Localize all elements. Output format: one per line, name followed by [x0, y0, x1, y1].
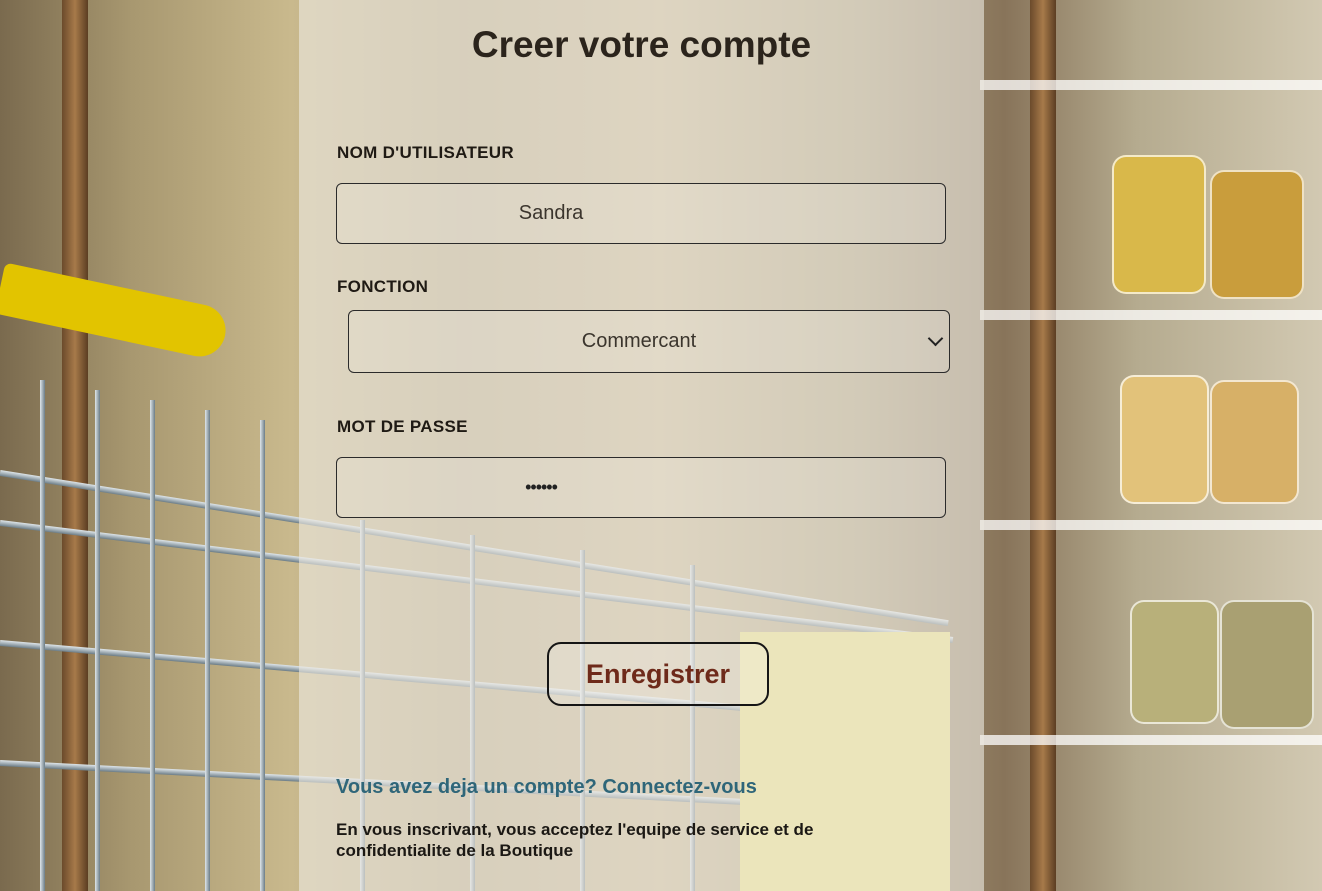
background-product: [1120, 375, 1209, 504]
background-shelf: [980, 80, 1322, 90]
terms-text: En vous inscrivant, vous acceptez l'equi…: [336, 820, 814, 860]
cart-bar: [205, 410, 210, 891]
background-pillar: [62, 0, 88, 891]
page-title: Creer votre compte: [471, 24, 812, 65]
cart-bar: [150, 400, 155, 891]
function-value: Commercant: [581, 330, 697, 352]
background-pillar: [1030, 0, 1056, 891]
function-label: FONCTION: [337, 277, 429, 296]
background-shelf: [980, 310, 1322, 320]
background-product: [1112, 155, 1206, 294]
password-value: ••••••: [525, 477, 558, 497]
background-product: [1130, 600, 1219, 724]
username-input[interactable]: Sandra: [336, 183, 946, 244]
password-input[interactable]: ••••••: [336, 457, 946, 518]
background-shelf: [980, 520, 1322, 530]
login-link[interactable]: Vous avez deja un compte? Connectez-vous: [336, 776, 757, 799]
cart-bar: [40, 380, 45, 891]
cart-handle: [0, 262, 231, 362]
username-label: NOM D'UTILISATEUR: [337, 143, 514, 162]
background-product: [1210, 380, 1299, 504]
background-product: [1210, 170, 1304, 299]
username-value: Sandra: [518, 202, 584, 224]
password-label: MOT DE PASSE: [337, 417, 468, 436]
function-select[interactable]: Commercant: [348, 310, 950, 373]
background-shelf: [980, 735, 1322, 745]
register-button[interactable]: Enregistrer: [547, 642, 769, 706]
signup-panel: [299, 0, 984, 891]
cart-bar: [95, 390, 100, 891]
background-product: [1220, 600, 1314, 729]
cart-bar: [260, 420, 265, 891]
